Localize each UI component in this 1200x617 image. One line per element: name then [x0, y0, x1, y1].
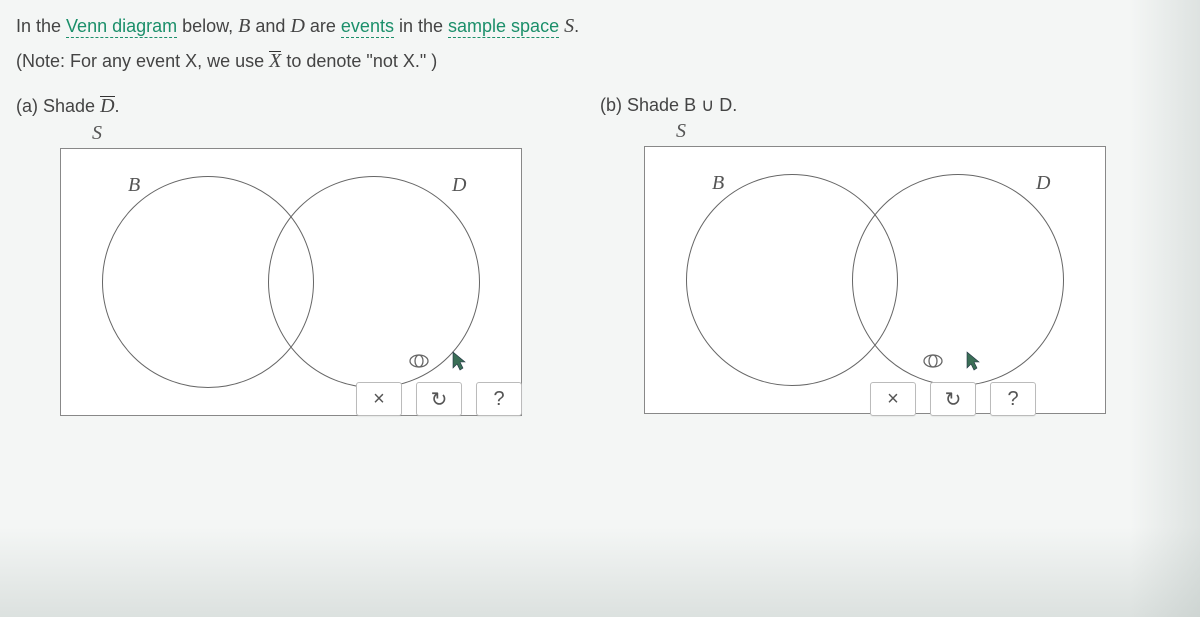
part-b: (b) Shade B ∪ D. S B D: [600, 95, 1184, 426]
prompt-a-end: .: [115, 96, 120, 116]
prompt-b-end: .: [732, 95, 737, 115]
fill-tool-icon[interactable]: [406, 348, 432, 374]
toolbar-b: × ↻ ?: [870, 346, 1036, 416]
prompt-a-target: D: [100, 95, 114, 118]
toolbar-a: × ↻ ?: [356, 346, 522, 416]
note-end: ." ): [415, 51, 437, 71]
note-pre: (Note: For any event: [16, 51, 185, 71]
note-x1: X: [185, 51, 197, 71]
s-label-b: S: [670, 120, 692, 143]
note-mid: , we use: [197, 51, 269, 71]
s-label-a: S: [86, 122, 108, 145]
prompt-b: (b) Shade B ∪ D.: [600, 95, 1184, 116]
clear-button[interactable]: ×: [356, 382, 402, 416]
d-label-b: D: [1032, 172, 1054, 195]
note-text: (Note: For any event X, we use X to deno…: [16, 50, 1184, 73]
d-label-a: D: [448, 174, 470, 197]
events-link[interactable]: events: [341, 16, 394, 38]
b-label-b: B: [708, 172, 728, 195]
part-a: (a) Shade D. S B D: [16, 95, 600, 426]
intro-text: In the Venn diagram below, B and D are e…: [16, 10, 1184, 42]
note-x2: X: [403, 51, 415, 71]
bottom-vignette: [0, 527, 1200, 617]
venn-diagram-link[interactable]: Venn diagram: [66, 16, 177, 38]
prompt-a-pre: (a) Shade: [16, 96, 100, 116]
note-post: to denote "not: [281, 51, 402, 71]
intro-pre: In the: [16, 16, 66, 36]
intro-s: S: [564, 15, 574, 37]
sample-space-link[interactable]: sample space: [448, 16, 559, 38]
b-label-a: B: [124, 174, 144, 197]
intro-end: .: [574, 16, 579, 36]
intro-are: are: [305, 16, 341, 36]
pointer-tool-icon[interactable]: [446, 348, 472, 374]
help-button[interactable]: ?: [476, 382, 522, 416]
reset-button[interactable]: ↻: [416, 382, 462, 416]
clear-button[interactable]: ×: [870, 382, 916, 416]
prompt-a: (a) Shade D.: [16, 95, 600, 118]
prompt-b-pre: (b) Shade: [600, 95, 684, 115]
intro-mid1: below,: [177, 16, 238, 36]
intro-b: B: [238, 15, 250, 37]
fill-tool-icon[interactable]: [920, 348, 946, 374]
reset-button[interactable]: ↻: [930, 382, 976, 416]
intro-inthe: in the: [394, 16, 448, 36]
pointer-tool-icon[interactable]: [960, 348, 986, 374]
note-xbar: X: [269, 50, 281, 73]
intro-and: and: [250, 16, 290, 36]
prompt-b-target: B ∪ D: [684, 95, 732, 115]
help-button[interactable]: ?: [990, 382, 1036, 416]
intro-d: D: [290, 15, 304, 37]
